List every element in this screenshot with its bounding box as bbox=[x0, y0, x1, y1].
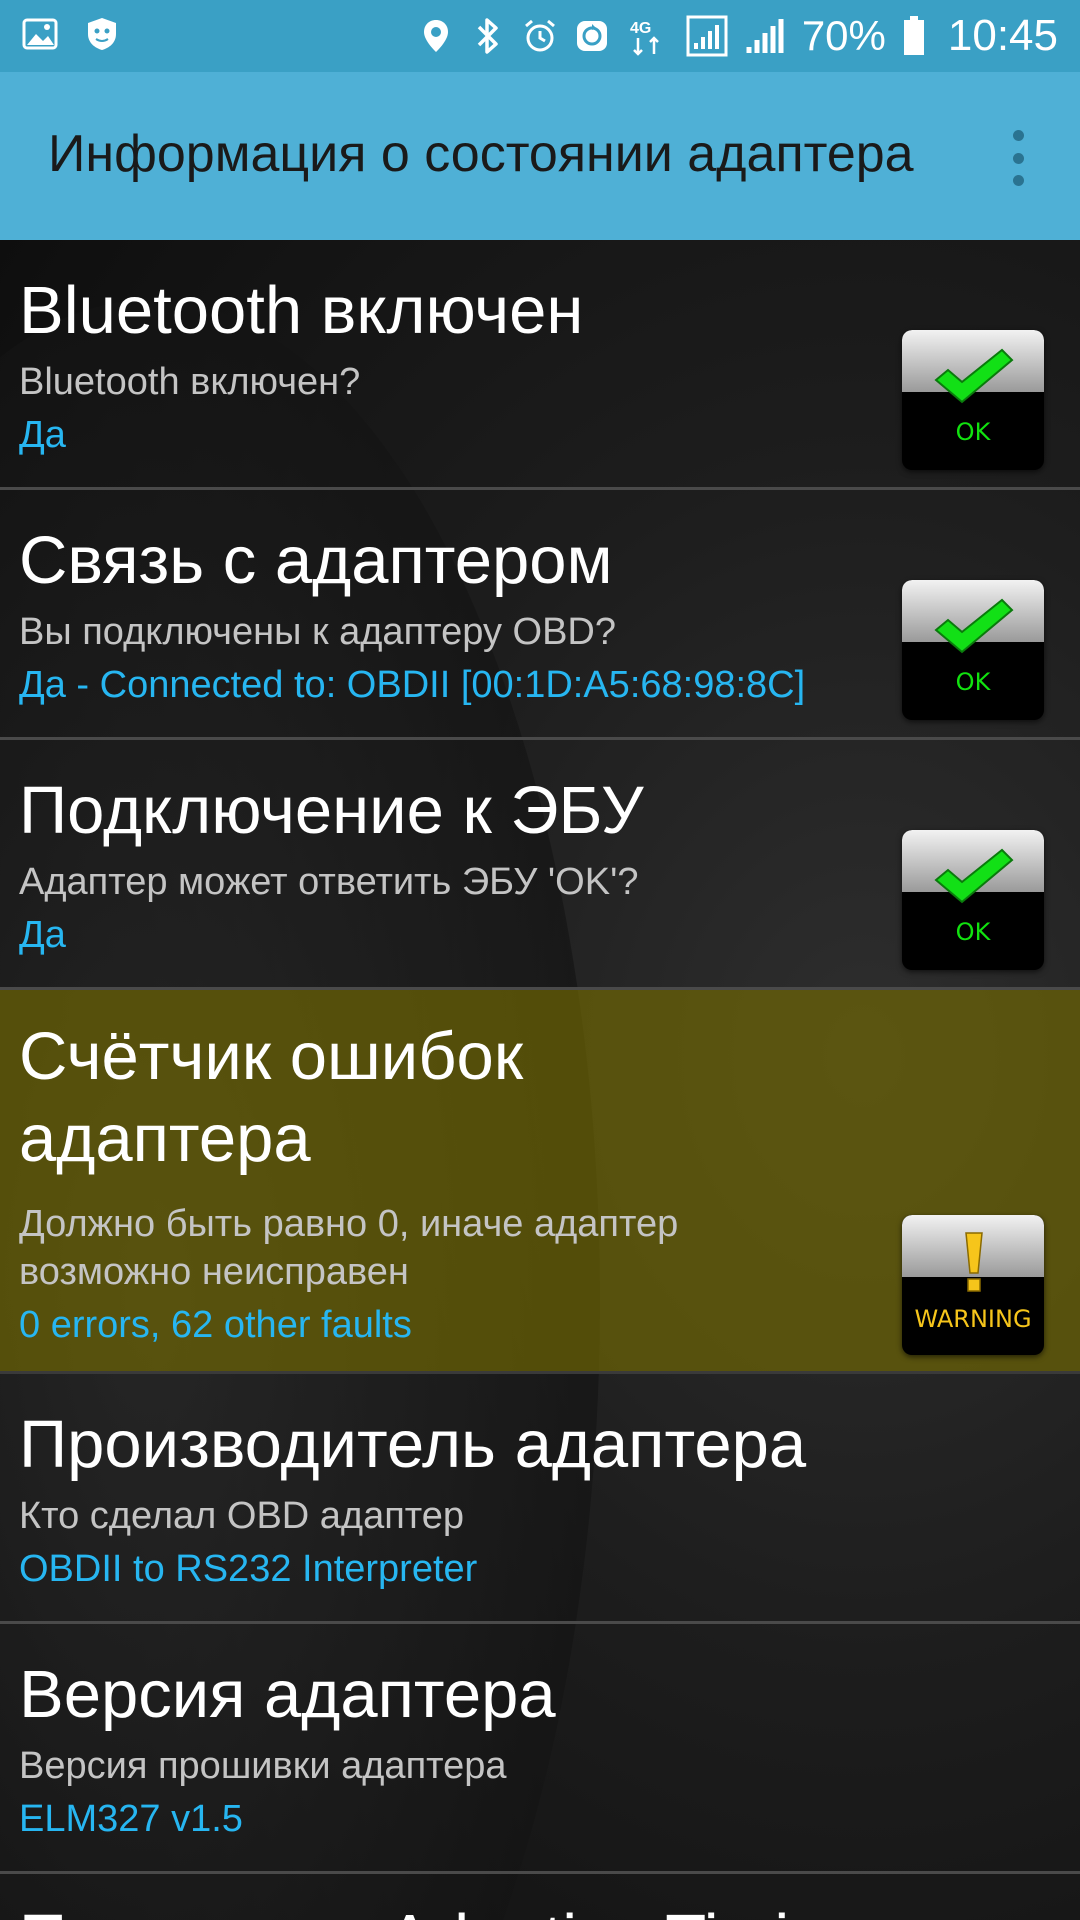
item-title: Подключение к ЭБУ bbox=[19, 773, 644, 848]
shield-cat-icon bbox=[84, 16, 120, 52]
screen: 4G 70% 10:45 Информация о состоянии адап… bbox=[0, 0, 1080, 1920]
exclamation-icon bbox=[965, 1232, 983, 1292]
item-title: Производитель адаптера bbox=[19, 1407, 807, 1482]
status-list: Bluetooth включен Bluetooth включен? Да … bbox=[0, 240, 1080, 1920]
item-title: Счётчик ошибок адаптера bbox=[19, 1019, 524, 1176]
image-icon bbox=[22, 16, 58, 52]
menu-dot bbox=[1012, 152, 1024, 164]
alarm-icon bbox=[522, 18, 558, 54]
item-value: ELM327 v1.5 bbox=[19, 1798, 243, 1840]
status-bar: 4G 70% 10:45 bbox=[0, 0, 1080, 72]
badge-label: OK bbox=[955, 918, 991, 946]
network-type-text: 4G bbox=[630, 20, 651, 37]
battery-percent: 70% bbox=[801, 12, 886, 59]
ok-badge: OK bbox=[902, 830, 1044, 970]
item-subtitle: Адаптер может ответить ЭБУ 'OK'? bbox=[19, 861, 639, 903]
signal-icon-2 bbox=[744, 18, 786, 54]
clock: 10:45 bbox=[947, 11, 1058, 60]
status-right-icons: 4G 70% 10:45 bbox=[418, 0, 1058, 72]
sync-icon bbox=[574, 18, 610, 54]
menu-dot bbox=[1012, 175, 1024, 186]
item-value: OBDII to RS232 Interpreter bbox=[19, 1548, 478, 1590]
network-4g-icon: 4G bbox=[626, 18, 670, 56]
warning-badge: WARNING bbox=[902, 1215, 1044, 1355]
item-value: Да bbox=[19, 414, 66, 456]
list-item-bluetooth[interactable]: Bluetooth включен Bluetooth включен? Да … bbox=[0, 240, 1080, 490]
list-item-error-counter[interactable]: Счётчик ошибок адаптера Должно быть равн… bbox=[0, 990, 1080, 1374]
item-subtitle: Версия прошивки адаптера bbox=[19, 1745, 507, 1787]
item-title: Версия адаптера bbox=[19, 1657, 556, 1732]
item-subtitle: Вы подключены к адаптеру OBD? bbox=[19, 611, 616, 653]
ok-badge: OK bbox=[902, 330, 1044, 470]
list-item-adapter-connection[interactable]: Связь с адаптером Вы подключены к адапте… bbox=[0, 490, 1080, 740]
status-left-icons bbox=[22, 16, 120, 52]
battery-icon bbox=[902, 16, 926, 55]
item-subtitle: Кто сделал OBD адаптер bbox=[19, 1495, 465, 1537]
location-icon bbox=[418, 18, 454, 54]
list-item-adapter-manufacturer[interactable]: Производитель адаптера Кто сделал OBD ад… bbox=[0, 1374, 1080, 1624]
menu-dot bbox=[1012, 130, 1024, 141]
checkmark-icon bbox=[934, 598, 1014, 654]
page-title: Информация о состоянии адаптера bbox=[48, 125, 914, 183]
badge-label: OK bbox=[955, 668, 991, 696]
item-value: Да bbox=[19, 914, 66, 956]
list-item-adaptive-timing[interactable]: Поддержка Adaptive Timing bbox=[0, 1874, 1080, 1920]
item-value: Да - Connected to: OBDII [00:1D:A5:68:98… bbox=[19, 664, 806, 706]
item-title: Поддержка Adaptive Timing bbox=[19, 1898, 879, 1920]
checkmark-icon bbox=[934, 848, 1014, 904]
list-item-adapter-version[interactable]: Версия адаптера Версия прошивки адаптера… bbox=[0, 1624, 1080, 1874]
list-item-ecu-connection[interactable]: Подключение к ЭБУ Адаптер может ответить… bbox=[0, 740, 1080, 990]
overflow-menu-icon[interactable] bbox=[1008, 130, 1028, 186]
badge-label: WARNING bbox=[914, 1305, 1032, 1333]
item-title: Bluetooth включен bbox=[19, 273, 584, 348]
checkmark-icon bbox=[934, 348, 1014, 404]
item-subtitle: Bluetooth включен? bbox=[19, 361, 361, 403]
badge-label: OK bbox=[955, 418, 991, 446]
app-bar: Информация о состоянии адаптера bbox=[0, 72, 1080, 240]
item-subtitle: Должно быть равно 0, иначе адаптер возмо… bbox=[19, 1203, 679, 1293]
ok-badge: OK bbox=[902, 580, 1044, 720]
signal-icon bbox=[686, 15, 728, 57]
item-title: Связь с адаптером bbox=[19, 523, 613, 598]
bluetooth-icon bbox=[470, 18, 506, 54]
item-value: 0 errors, 62 other faults bbox=[19, 1304, 412, 1346]
